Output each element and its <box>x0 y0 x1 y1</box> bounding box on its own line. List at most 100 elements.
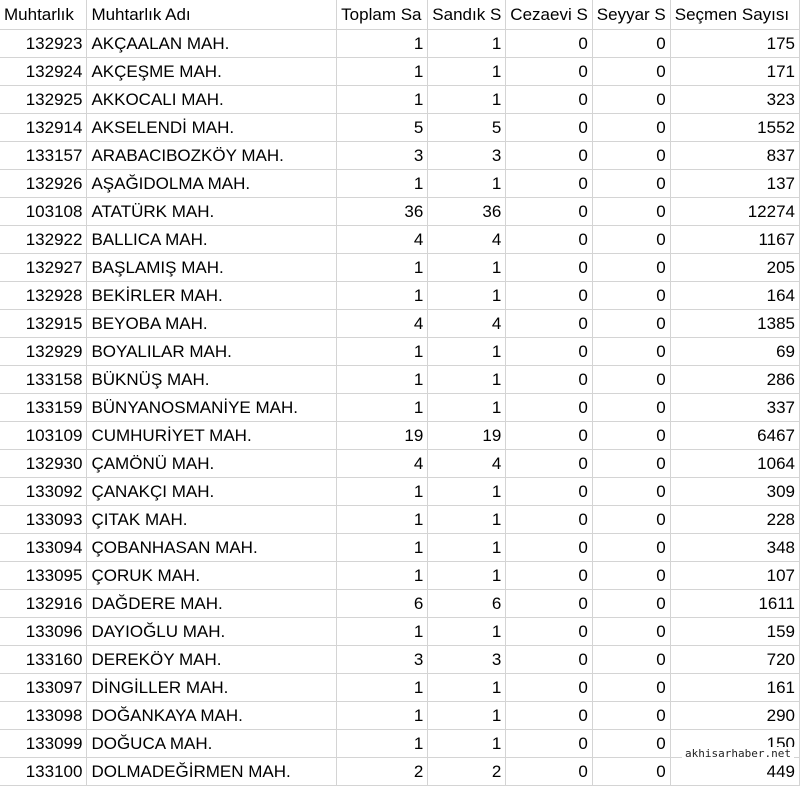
cell-toplam-sandik[interactable]: 2 <box>336 757 429 786</box>
cell-muhtarlik-id[interactable]: 132924 <box>0 57 88 86</box>
cell-secmen-sayisi[interactable]: 1385 <box>670 309 800 338</box>
cell-cezaevi-sandik[interactable]: 0 <box>505 281 593 310</box>
cell-toplam-sandik[interactable]: 3 <box>336 141 429 170</box>
cell-muhtarlik-id[interactable]: 133098 <box>0 701 88 730</box>
cell-muhtarlik-adi[interactable]: ARABACIBOZKÖY MAH. <box>86 141 338 170</box>
cell-sandik-sayisi[interactable]: 1 <box>427 505 507 534</box>
cell-secmen-sayisi[interactable]: 1064 <box>670 449 800 478</box>
cell-muhtarlik-id[interactable]: 132925 <box>0 85 88 114</box>
cell-toplam-sandik[interactable]: 1 <box>336 561 429 590</box>
cell-sandik-sayisi[interactable]: 3 <box>427 141 507 170</box>
cell-toplam-sandik[interactable]: 4 <box>336 309 429 338</box>
cell-toplam-sandik[interactable]: 1 <box>336 617 429 646</box>
cell-seyyar-sandik[interactable]: 0 <box>592 477 671 506</box>
cell-muhtarlik-adi[interactable]: BÜNYANOSMANİYE MAH. <box>86 393 338 422</box>
cell-seyyar-sandik[interactable]: 0 <box>592 533 671 562</box>
cell-sandik-sayisi[interactable]: 36 <box>427 197 507 226</box>
cell-seyyar-sandik[interactable]: 0 <box>592 281 671 310</box>
cell-seyyar-sandik[interactable]: 0 <box>592 85 671 114</box>
cell-secmen-sayisi[interactable]: 205 <box>670 253 800 282</box>
cell-sandik-sayisi[interactable]: 3 <box>427 645 507 674</box>
cell-muhtarlik-id[interactable]: 133093 <box>0 505 88 534</box>
cell-seyyar-sandik[interactable]: 0 <box>592 393 671 422</box>
cell-sandik-sayisi[interactable]: 6 <box>427 589 507 618</box>
cell-muhtarlik-id[interactable]: 133100 <box>0 757 88 786</box>
cell-muhtarlik-id[interactable]: 132914 <box>0 113 88 142</box>
cell-secmen-sayisi[interactable]: 6467 <box>670 421 800 450</box>
cell-seyyar-sandik[interactable]: 0 <box>592 421 671 450</box>
cell-sandik-sayisi[interactable]: 19 <box>427 421 507 450</box>
cell-cezaevi-sandik[interactable]: 0 <box>505 617 593 646</box>
cell-muhtarlik-id[interactable]: 132928 <box>0 281 88 310</box>
cell-secmen-sayisi[interactable]: 228 <box>670 505 800 534</box>
cell-seyyar-sandik[interactable]: 0 <box>592 701 671 730</box>
cell-muhtarlik-adi[interactable]: DİNGİLLER MAH. <box>86 673 338 702</box>
header-toplam-sandik[interactable]: Toplam Sa <box>336 0 429 30</box>
cell-toplam-sandik[interactable]: 1 <box>336 85 429 114</box>
cell-muhtarlik-adi[interactable]: BEKİRLER MAH. <box>86 281 338 310</box>
header-seyyar-sandik[interactable]: Seyyar S <box>592 0 671 30</box>
cell-muhtarlik-id[interactable]: 133095 <box>0 561 88 590</box>
cell-muhtarlik-adi[interactable]: DEREKÖY MAH. <box>86 645 338 674</box>
cell-seyyar-sandik[interactable]: 0 <box>592 253 671 282</box>
cell-secmen-sayisi[interactable]: 164 <box>670 281 800 310</box>
cell-seyyar-sandik[interactable]: 0 <box>592 589 671 618</box>
cell-toplam-sandik[interactable]: 1 <box>336 533 429 562</box>
cell-seyyar-sandik[interactable]: 0 <box>592 197 671 226</box>
cell-cezaevi-sandik[interactable]: 0 <box>505 673 593 702</box>
cell-sandik-sayisi[interactable]: 1 <box>427 477 507 506</box>
cell-seyyar-sandik[interactable]: 0 <box>592 673 671 702</box>
cell-secmen-sayisi[interactable]: 720 <box>670 645 800 674</box>
cell-secmen-sayisi[interactable]: 107 <box>670 561 800 590</box>
cell-muhtarlik-adi[interactable]: AKKOCALI MAH. <box>86 85 338 114</box>
cell-sandik-sayisi[interactable]: 1 <box>427 29 507 58</box>
cell-toplam-sandik[interactable]: 1 <box>336 253 429 282</box>
cell-seyyar-sandik[interactable]: 0 <box>592 225 671 254</box>
cell-muhtarlik-adi[interactable]: DAYIOĞLU MAH. <box>86 617 338 646</box>
cell-muhtarlik-id[interactable]: 132929 <box>0 337 88 366</box>
cell-muhtarlik-adi[interactable]: BEYOBA MAH. <box>86 309 338 338</box>
cell-cezaevi-sandik[interactable]: 0 <box>505 365 593 394</box>
header-cezaevi-sandik[interactable]: Cezaevi S <box>505 0 593 30</box>
cell-toplam-sandik[interactable]: 4 <box>336 449 429 478</box>
cell-cezaevi-sandik[interactable]: 0 <box>505 85 593 114</box>
cell-cezaevi-sandik[interactable]: 0 <box>505 449 593 478</box>
cell-muhtarlik-adi[interactable]: ÇANAKÇI MAH. <box>86 477 338 506</box>
cell-secmen-sayisi[interactable]: 337 <box>670 393 800 422</box>
cell-sandik-sayisi[interactable]: 2 <box>427 757 507 786</box>
cell-muhtarlik-id[interactable]: 103109 <box>0 421 88 450</box>
cell-toplam-sandik[interactable]: 1 <box>336 505 429 534</box>
cell-muhtarlik-adi[interactable]: AKÇEŞME MAH. <box>86 57 338 86</box>
cell-seyyar-sandik[interactable]: 0 <box>592 365 671 394</box>
cell-sandik-sayisi[interactable]: 1 <box>427 281 507 310</box>
cell-cezaevi-sandik[interactable]: 0 <box>505 253 593 282</box>
cell-toplam-sandik[interactable]: 3 <box>336 645 429 674</box>
cell-secmen-sayisi[interactable]: 1552 <box>670 113 800 142</box>
cell-cezaevi-sandik[interactable]: 0 <box>505 225 593 254</box>
cell-secmen-sayisi[interactable]: 286 <box>670 365 800 394</box>
cell-sandik-sayisi[interactable]: 1 <box>427 561 507 590</box>
cell-muhtarlik-id[interactable]: 103108 <box>0 197 88 226</box>
cell-seyyar-sandik[interactable]: 0 <box>592 113 671 142</box>
cell-secmen-sayisi[interactable]: 290 <box>670 701 800 730</box>
cell-muhtarlik-id[interactable]: 132930 <box>0 449 88 478</box>
cell-muhtarlik-adi[interactable]: BAŞLAMIŞ MAH. <box>86 253 338 282</box>
cell-seyyar-sandik[interactable]: 0 <box>592 141 671 170</box>
cell-muhtarlik-adi[interactable]: ÇOBANHASAN MAH. <box>86 533 338 562</box>
cell-cezaevi-sandik[interactable]: 0 <box>505 757 593 786</box>
cell-seyyar-sandik[interactable]: 0 <box>592 561 671 590</box>
cell-secmen-sayisi[interactable]: 309 <box>670 477 800 506</box>
cell-cezaevi-sandik[interactable]: 0 <box>505 141 593 170</box>
cell-muhtarlik-id[interactable]: 133157 <box>0 141 88 170</box>
cell-muhtarlik-id[interactable]: 132915 <box>0 309 88 338</box>
cell-toplam-sandik[interactable]: 1 <box>336 701 429 730</box>
cell-secmen-sayisi[interactable]: 449 <box>670 757 800 786</box>
cell-cezaevi-sandik[interactable]: 0 <box>505 113 593 142</box>
cell-cezaevi-sandik[interactable]: 0 <box>505 57 593 86</box>
cell-cezaevi-sandik[interactable]: 0 <box>505 337 593 366</box>
cell-seyyar-sandik[interactable]: 0 <box>592 309 671 338</box>
cell-sandik-sayisi[interactable]: 5 <box>427 113 507 142</box>
cell-muhtarlik-adi[interactable]: BOYALILAR MAH. <box>86 337 338 366</box>
cell-cezaevi-sandik[interactable]: 0 <box>505 533 593 562</box>
cell-muhtarlik-id[interactable]: 133158 <box>0 365 88 394</box>
